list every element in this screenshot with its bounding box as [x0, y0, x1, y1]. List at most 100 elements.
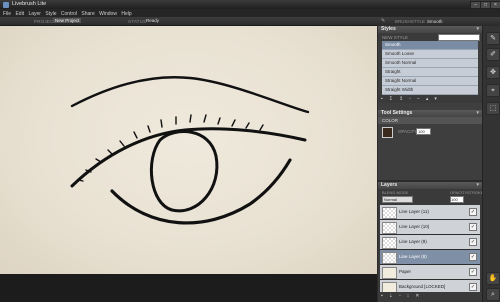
style-item-straight-normal[interactable]: Straight Normal	[382, 77, 478, 86]
new-style-input[interactable]	[438, 34, 480, 41]
blend-mode-select[interactable]: Normal	[382, 196, 413, 203]
merge-layer-icon[interactable]: ⇣	[389, 293, 393, 299]
layer-row[interactable]: Line Layer (8) ✓	[380, 250, 480, 265]
visibility-check-icon[interactable]: ✓	[469, 253, 477, 261]
drawing-canvas[interactable]	[0, 26, 377, 274]
visibility-check-icon[interactable]: ✓	[469, 208, 477, 216]
styles-title: Styles	[381, 26, 396, 32]
layer-name: Line Layer (11)	[399, 209, 429, 214]
layer-name: Paper	[399, 269, 412, 274]
style-item-straight-width[interactable]: Straight Width	[382, 86, 478, 95]
layers-header[interactable]: Layers ▾	[378, 182, 482, 189]
visibility-check-icon[interactable]: ✓	[469, 283, 477, 291]
pick-tool-icon[interactable]: ⌖	[486, 84, 500, 97]
project-name[interactable]: New Project	[53, 18, 82, 23]
menu-bar: File Edit Layer Style Control Share Wind…	[0, 9, 500, 17]
layer-row[interactable]: Line Layer (11) ✓	[380, 205, 480, 220]
style-list: Smooth Smooth Loose Smooth Normal Straig…	[382, 41, 478, 95]
tool-settings-header[interactable]: Tool Settings ▾	[378, 110, 482, 117]
app-icon	[3, 1, 9, 8]
styles-panel: Styles ▾ NEW STYLE Smooth Smooth Loose Sm…	[378, 26, 482, 110]
zoom-tool-icon[interactable]: ⌕	[486, 288, 500, 301]
document-bar: PROJECT New Project STATUS Ready	[0, 17, 377, 26]
move-layer-icon[interactable]: ↕	[407, 293, 410, 299]
new-style-icon[interactable]: ▪	[381, 96, 383, 102]
selection-tool-icon[interactable]: ⬚	[486, 102, 500, 115]
styles-header[interactable]: Styles ▾	[378, 26, 482, 33]
blend-mode-label: BLEND MODE	[382, 190, 409, 195]
style-item-straight[interactable]: Straight	[382, 68, 478, 77]
layer-row[interactable]: Line Layer (10) ✓	[380, 220, 480, 235]
menu-layer[interactable]: Layer	[28, 11, 41, 17]
menu-control[interactable]: Control	[61, 11, 77, 17]
brushstyle-value[interactable]: Smooth	[427, 19, 443, 24]
close-button[interactable]: ×	[490, 1, 500, 9]
transform-tool-icon[interactable]: ✥	[486, 66, 500, 79]
export-icon[interactable]: ↥	[399, 96, 403, 102]
menu-share[interactable]: Share	[81, 11, 94, 17]
layer-name: Line Layer (10)	[399, 224, 430, 229]
style-item-smooth-loose[interactable]: Smooth Loose	[382, 50, 478, 59]
layer-name: Line Layer (8)	[399, 254, 427, 259]
collapse-icon[interactable]: ▾	[476, 26, 479, 33]
tool-settings-panel: Tool Settings ▾ COLOR OPACITY 100	[378, 110, 482, 180]
delete-style-icon[interactable]: ▾	[434, 96, 437, 102]
eye-drawing	[70, 76, 310, 225]
color-swatch[interactable]	[382, 127, 393, 138]
color-section-label: COLOR	[378, 117, 482, 124]
brush-icon: ✎	[381, 18, 386, 24]
style-item-smooth[interactable]: Smooth	[382, 41, 478, 50]
style-actions: ▪ ↧ ↥ ▫ − ▴ ▾	[378, 95, 482, 103]
layer-row[interactable]: Paper ✓	[380, 265, 480, 280]
hand-tool-icon[interactable]: ✋	[486, 272, 500, 285]
stroke-label: STROKE	[467, 190, 484, 195]
layer-actions: ▪ ⇣ ▫ ↕ ✕	[378, 292, 482, 300]
collapse-icon[interactable]: ▾	[476, 182, 479, 189]
menu-file[interactable]: File	[3, 11, 11, 17]
canvas-area	[0, 26, 377, 302]
opacity-label: OPACITY	[398, 129, 418, 134]
layer-name: Line Layer (9)	[399, 239, 427, 244]
layer-row[interactable]: Line Layer (9) ✓	[380, 235, 480, 250]
link-icon[interactable]: −	[417, 96, 420, 102]
new-style-row: NEW STYLE	[378, 33, 482, 41]
layer-thumbnail	[382, 266, 397, 279]
color-row: OPACITY 100	[378, 124, 482, 138]
duplicate-icon[interactable]: ▫	[409, 96, 411, 102]
new-style-label: NEW STYLE	[382, 34, 409, 40]
window-title: Livebrush Lite	[12, 1, 47, 7]
layers-panel: Layers ▾ BLEND MODE Normal OPACITY 100 ST…	[378, 182, 484, 302]
brush-tool-icon[interactable]: ✐	[486, 48, 500, 61]
new-layer-icon[interactable]: ▪	[381, 293, 383, 299]
title-bar: Livebrush Lite – □ ×	[0, 0, 500, 9]
menu-help[interactable]: Help	[121, 11, 131, 17]
collapse-icon[interactable]: ▾	[476, 110, 479, 117]
visibility-check-icon[interactable]: ✓	[469, 268, 477, 276]
delete-layer-icon[interactable]: ✕	[415, 293, 419, 299]
tool-settings-title: Tool Settings	[381, 110, 413, 116]
layer-thumbnail	[382, 221, 397, 234]
pen-tool-icon[interactable]: ✎	[486, 32, 500, 45]
brushstyle-bar: ✎ BRUSHSTYLE Smooth	[377, 17, 500, 25]
move-up-icon[interactable]: ▴	[426, 96, 429, 102]
layer-thumbnail	[382, 206, 397, 219]
visibility-check-icon[interactable]: ✓	[469, 223, 477, 231]
style-item-smooth-normal[interactable]: Smooth Normal	[382, 59, 478, 68]
layer-opacity-input[interactable]: 100	[450, 196, 464, 203]
import-icon[interactable]: ↧	[389, 96, 393, 102]
layer-list: Line Layer (11) ✓ Line Layer (10) ✓ Line L…	[380, 205, 480, 295]
layer-options: BLEND MODE Normal OPACITY 100 STROKE	[378, 189, 484, 205]
menu-window[interactable]: Window	[99, 11, 117, 17]
opacity-input[interactable]: 100	[416, 128, 431, 135]
menu-style[interactable]: Style	[45, 11, 56, 17]
tool-strip: ✎ ✐ ✥ ⌖ ⬚ ✋ ⌕	[482, 26, 500, 302]
visibility-check-icon[interactable]: ✓	[469, 238, 477, 246]
layer-opacity-label: OPACITY	[450, 190, 468, 195]
layer-thumbnail	[382, 236, 397, 249]
menu-edit[interactable]: Edit	[15, 11, 24, 17]
duplicate-layer-icon[interactable]: ▫	[399, 293, 401, 299]
layer-name: Background [LOCKED]	[399, 284, 446, 289]
layer-thumbnail	[382, 251, 397, 264]
status-value: Ready	[146, 18, 160, 23]
brushstyle-label: BRUSHSTYLE	[395, 18, 426, 24]
